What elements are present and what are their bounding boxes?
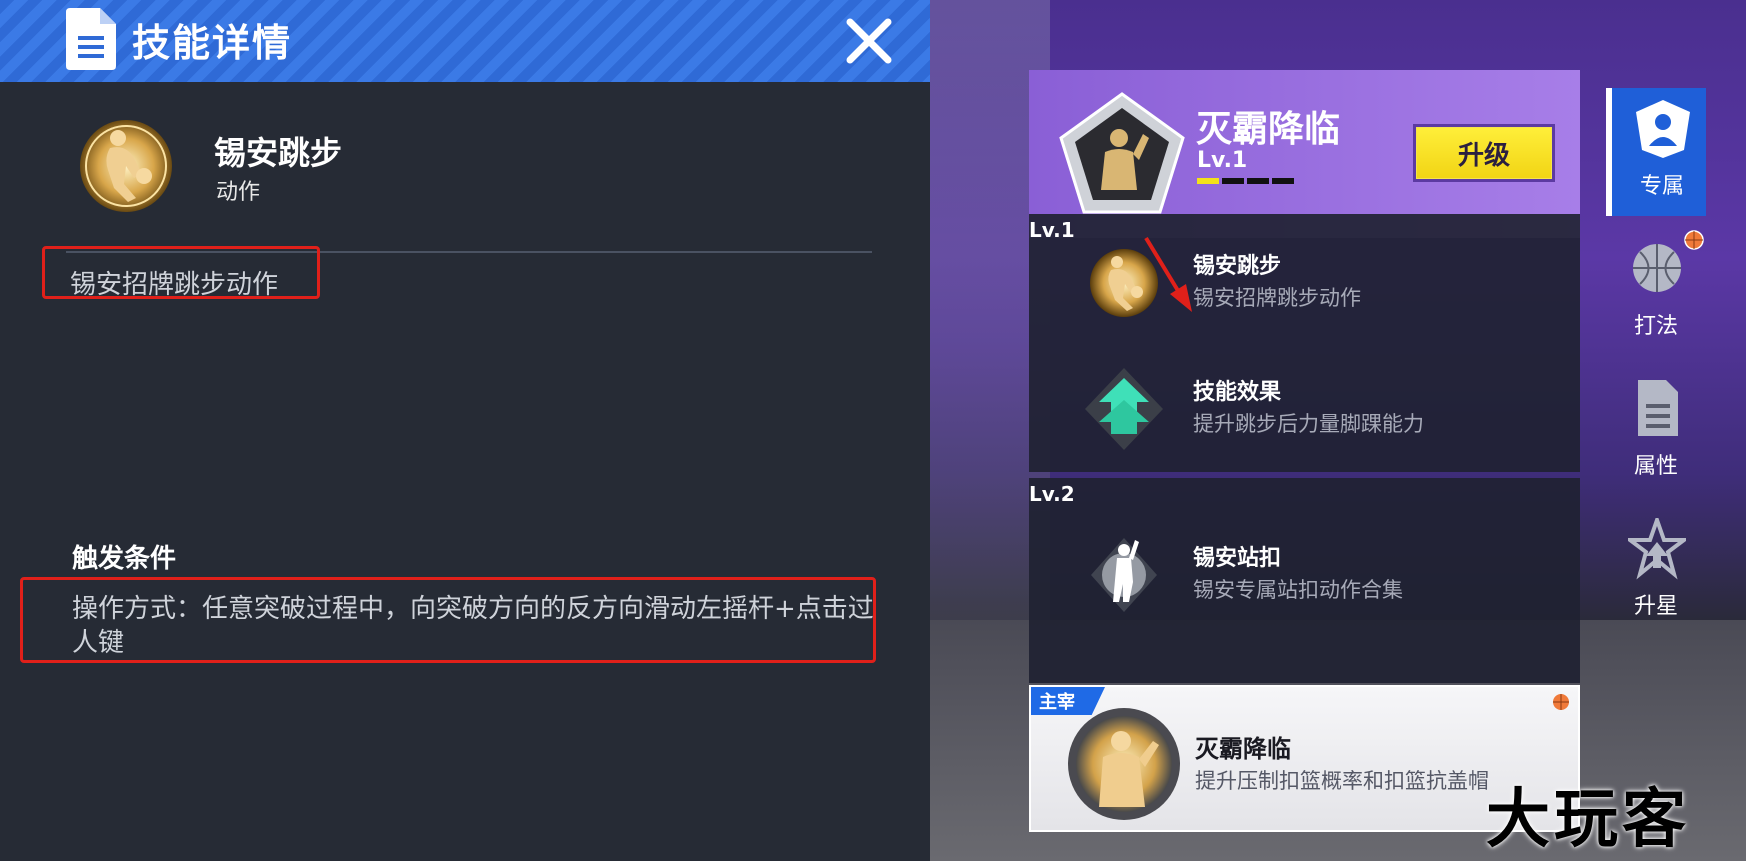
document-icon	[1638, 380, 1678, 436]
page-title: 技能详情	[132, 21, 293, 65]
document-icon	[66, 8, 116, 70]
skill-name: 锡安跳步	[214, 134, 343, 172]
tab-attributes[interactable]: 属性	[1606, 368, 1706, 496]
exclusive-icon	[1636, 100, 1690, 158]
skill-row[interactable]: 锡安站扣 锡安专属站扣动作合集	[1029, 512, 1580, 638]
close-icon[interactable]	[842, 14, 896, 68]
tab-label: 打法	[1633, 314, 1678, 339]
skill-description: 锡安专属站扣动作合集	[1193, 578, 1403, 602]
tab-label: 属性	[1633, 454, 1678, 479]
side-tab-bar: 专属 打法 属性 升星	[1606, 88, 1706, 648]
skill-card-list: 灭霸降临 Lv.1 升级 Lv.1 锡安跳步 锡安招牌跳步动作 技能效果 提升跳…	[1029, 70, 1580, 832]
level-2-block: Lv.2 锡安站扣 锡安专属站扣动作合集	[1029, 478, 1580, 683]
skill-row[interactable]: 锡安跳步 锡安招牌跳步动作	[1029, 220, 1580, 346]
skill-title: 技能效果	[1193, 380, 1282, 405]
ultimate-skill-name: 灭霸降临	[1196, 109, 1341, 150]
tab-label: 升星	[1633, 594, 1678, 619]
level-progress-bar	[1197, 178, 1295, 184]
skill-title: 锡安站扣	[1193, 546, 1282, 571]
playstyle-icon	[1633, 244, 1681, 292]
star-up-icon	[1628, 518, 1686, 580]
basketball-icon	[1684, 230, 1704, 250]
master-skill-description: 提升压制扣篮概率和扣篮抗盖帽	[1195, 769, 1489, 793]
annotation-highlight-box	[42, 246, 320, 299]
tab-label: 专属	[1639, 174, 1684, 199]
player-move-icon	[80, 120, 172, 212]
tab-exclusive[interactable]: 专属	[1606, 88, 1706, 216]
ultimate-skill-header: 灭霸降临 Lv.1 升级	[1029, 70, 1580, 238]
level-segment	[1272, 178, 1294, 184]
upgrade-arrow-icon	[1085, 368, 1163, 450]
tab-star-up[interactable]: 升星	[1606, 508, 1706, 636]
level-label: Lv.2	[1029, 482, 1075, 506]
level-segment	[1197, 178, 1219, 184]
level-1-block: Lv.1 锡安跳步 锡安招牌跳步动作 技能效果 提升跳步后力量脚踝能力	[1029, 214, 1580, 472]
skill-row[interactable]: 技能效果 提升跳步后力量脚踝能力	[1029, 346, 1580, 472]
annotation-highlight-box	[20, 577, 876, 663]
watermark: 大玩客	[1486, 782, 1690, 857]
detail-header: 技能详情	[0, 0, 930, 82]
skill-description: 提升跳步后力量脚踝能力	[1193, 412, 1424, 436]
level-segment	[1247, 178, 1269, 184]
ultimate-skill-level: Lv.1	[1197, 148, 1248, 173]
pentagon-badge-icon	[1059, 92, 1185, 214]
player-portrait-icon	[1068, 708, 1180, 820]
skill-title: 锡安跳步	[1193, 254, 1282, 279]
basketball-icon	[1553, 694, 1569, 710]
skill-type: 动作	[216, 180, 261, 205]
upgrade-button[interactable]: 升级	[1413, 124, 1555, 182]
trigger-condition-title: 触发条件	[72, 544, 177, 574]
level-segment	[1222, 178, 1244, 184]
dunk-icon	[1091, 538, 1157, 612]
skill-detail-panel: 技能详情 锡安跳步 动作 锡安招牌跳步动作 触发条件 操作方式：任意突破过程中，…	[0, 0, 930, 861]
master-skill-title: 灭霸降临	[1195, 735, 1291, 763]
annotation-arrow-icon	[1144, 236, 1192, 312]
skill-description: 锡安招牌跳步动作	[1193, 286, 1361, 310]
